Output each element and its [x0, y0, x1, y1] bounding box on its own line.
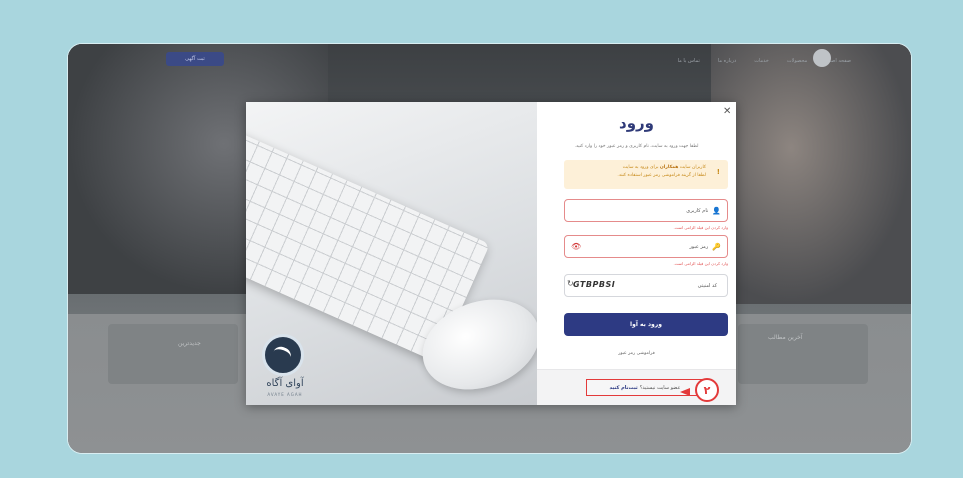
forgot-password-link[interactable]: فراموشی رمز عبور	[537, 351, 736, 356]
user-icon: 👤	[712, 206, 721, 215]
background-heading: جدیدترین	[178, 340, 201, 347]
login-description: لطفا جهت ورود به سایت، نام کاربری و رمز …	[574, 144, 699, 149]
password-field[interactable]: 🔑 رمز عبور 👁	[564, 235, 728, 258]
login-title: ورود	[619, 114, 654, 132]
key-icon: 🔑	[712, 242, 721, 251]
info-alert: ! کاربران سایت همکاران برای ورود به سایت…	[564, 160, 728, 189]
login-modal: آوای آگاه AVAYE AGAH ✕ ورود لطفا جهت ورو…	[246, 102, 736, 405]
username-error: وارد کردن این فیلد الزامی است.	[673, 225, 728, 230]
password-label: رمز عبور	[689, 243, 709, 250]
alert-line1-bold: همکاران	[659, 165, 679, 170]
background-card	[738, 324, 868, 384]
password-error: وارد کردن این فیلد الزامی است.	[673, 261, 728, 266]
background-card	[108, 324, 238, 384]
site-nav-item[interactable]: تماس با ما	[678, 58, 700, 64]
captcha-label: کد امنیتی	[697, 282, 717, 289]
register-link[interactable]: ثبت‌نام کنید	[610, 385, 638, 391]
modal-illustration: آوای آگاه AVAYE AGAH	[246, 102, 537, 405]
captcha-field[interactable]: کد امنیتی GTBPBSI ↻	[564, 274, 728, 297]
background-heading: آخرین مطالب	[768, 334, 803, 341]
annotation-arrow	[680, 388, 690, 396]
site-nav-item[interactable]: محصولات	[787, 58, 807, 64]
username-label: نام کاربری	[686, 207, 709, 214]
username-field[interactable]: 👤 نام کاربری	[564, 199, 728, 222]
login-panel: ✕ ورود لطفا جهت ورود به سایت، نام کاربری…	[537, 102, 736, 405]
register-question: عضو سایت نیستید؟	[639, 384, 681, 391]
background-hero-right	[711, 44, 911, 304]
site-nav: تماس با ما درباره ما خدمات محصولات صفحه …	[158, 54, 851, 68]
refresh-icon[interactable]: ↻	[567, 279, 574, 288]
login-submit-button[interactable]: ورود به آوا	[564, 313, 728, 336]
captcha-image: GTBPBSI	[573, 280, 616, 289]
brand-subtitle: AVAYE AGAH	[267, 392, 303, 397]
brand-logo-icon	[262, 334, 304, 376]
site-nav-item[interactable]: خدمات	[754, 58, 769, 64]
eye-slash-icon[interactable]: 👁	[571, 242, 581, 251]
exclamation-icon: !	[716, 168, 720, 176]
alert-text: کاربران سایت همکاران برای ورود به سایت ل…	[568, 164, 706, 180]
step-number-badge: ۲	[695, 378, 719, 402]
brand-name: آوای آگاه	[266, 378, 304, 389]
alert-line1-suffix: برای ورود به سایت	[622, 165, 659, 170]
alert-line1-prefix: کاربران سایت	[679, 165, 706, 170]
site-nav-item[interactable]: درباره ما	[718, 58, 736, 64]
site-logo[interactable]	[813, 49, 831, 67]
alert-line2: لطفا از گزینه فراموشی رمز عبور استفاده ک…	[617, 173, 706, 178]
